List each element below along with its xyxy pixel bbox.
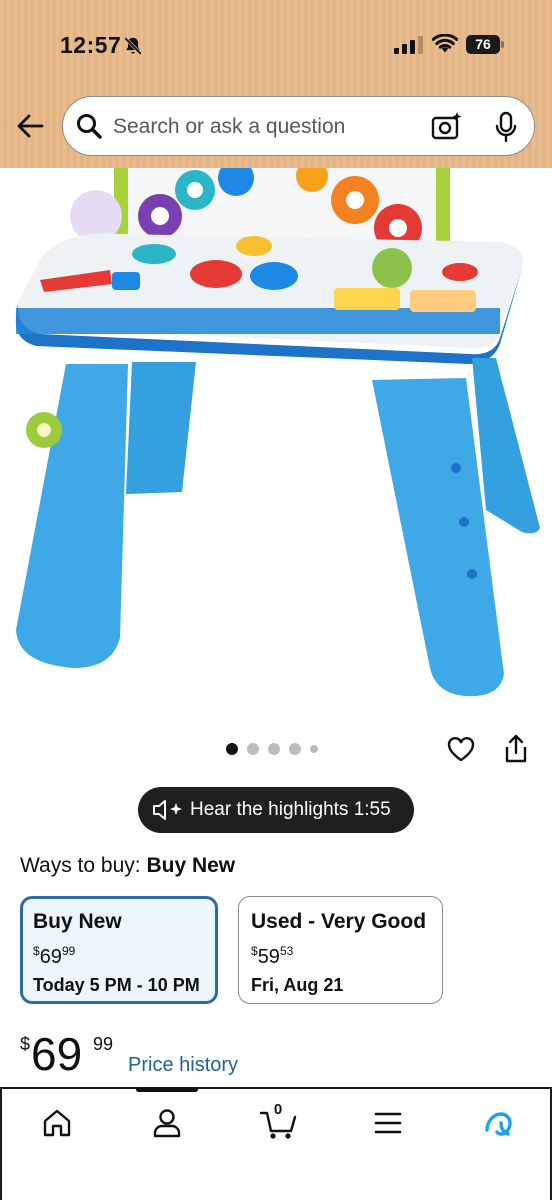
price-whole: 69: [31, 1028, 83, 1080]
option-price: $5953: [251, 944, 294, 968]
home-icon: [43, 1109, 71, 1137]
image-gallery-dots[interactable]: [226, 743, 318, 755]
nav-alexa[interactable]: [478, 1103, 518, 1143]
menu-icon: [374, 1112, 402, 1134]
nav-menu[interactable]: [368, 1103, 408, 1143]
bottom-nav: 0: [0, 1087, 552, 1200]
product-image[interactable]: [0, 168, 552, 728]
option-title: Used - Very Good: [251, 910, 427, 933]
ways-to-buy-prefix: Ways to buy:: [20, 854, 141, 877]
bell-slash-icon: [124, 37, 142, 55]
buy-option-used[interactable]: Used - Very Good $5953 Fri, Aug 21: [238, 896, 443, 1004]
gallery-dot[interactable]: [226, 743, 238, 755]
gallery-dot[interactable]: [268, 743, 280, 755]
back-arrow-icon[interactable]: [16, 112, 46, 140]
gallery-dot[interactable]: [289, 743, 301, 755]
ways-to-buy-selected: Buy New: [146, 854, 236, 877]
option-delivery: Today 5 PM - 10 PM: [33, 975, 200, 995]
price-currency: $: [20, 1034, 31, 1054]
microphone-icon[interactable]: [493, 111, 519, 143]
status-bar: 12:57 76: [0, 0, 552, 90]
nav-account[interactable]: [147, 1103, 187, 1143]
alexa-icon: [485, 1112, 512, 1136]
product-page: 12:57 76 Search or ask a question Hear t…: [0, 0, 552, 1200]
buy-option-new[interactable]: Buy New $6999 Today 5 PM - 10 PM: [20, 896, 218, 1004]
hear-highlights-button[interactable]: Hear the highlights 1:55: [138, 787, 414, 833]
search-input[interactable]: [113, 111, 413, 143]
header: 12:57 76: [0, 0, 552, 168]
gallery-dot[interactable]: [310, 745, 318, 753]
option-delivery: Fri, Aug 21: [251, 975, 344, 995]
share-icon[interactable]: [502, 733, 530, 765]
gallery-dot[interactable]: [247, 743, 259, 755]
camera-lens-icon[interactable]: [431, 111, 463, 141]
cellular-signal-icon: [394, 36, 423, 54]
battery-icon: 76: [466, 35, 504, 54]
search-bar[interactable]: [62, 96, 535, 156]
heart-icon[interactable]: [446, 734, 476, 764]
price-fraction: 99: [93, 1034, 114, 1054]
battery-percent: 76: [475, 36, 491, 52]
cart-count: 0: [273, 1101, 283, 1118]
nav-cart[interactable]: 0: [258, 1101, 298, 1143]
wifi-icon: [432, 34, 458, 53]
active-tab-indicator: [136, 1087, 198, 1092]
price-history-link[interactable]: Price history: [128, 1054, 238, 1077]
account-icon: [153, 1109, 181, 1138]
hear-highlights-label: Hear the highlights 1:55: [190, 799, 391, 820]
ways-to-buy-heading: Ways to buy: Buy New: [20, 854, 235, 878]
speaker-sparkle-icon: [153, 800, 182, 820]
option-price: $6999: [33, 944, 76, 968]
search-icon: [77, 114, 102, 139]
status-time: 12:57: [60, 32, 122, 58]
nav-home[interactable]: [37, 1103, 77, 1143]
option-title: Buy New: [33, 910, 122, 933]
